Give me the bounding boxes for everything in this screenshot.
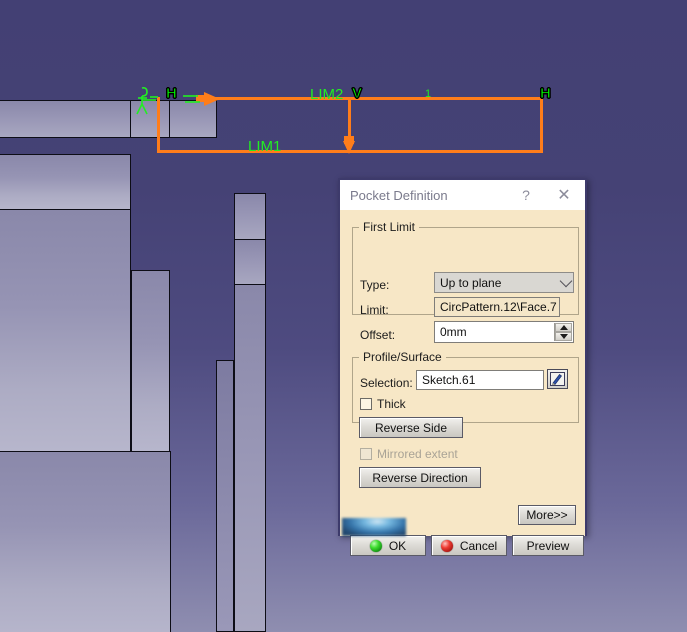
- label-lim1: LIM1: [248, 138, 282, 155]
- dialog-titlebar[interactable]: Pocket Definition ? ✕: [340, 180, 585, 210]
- thick-checkbox[interactable]: [360, 398, 372, 410]
- first-limit-legend: First Limit: [363, 220, 415, 234]
- cancel-label: Cancel: [459, 538, 498, 553]
- background-globe-glow: [342, 518, 406, 536]
- dialog-title: Pocket Definition: [350, 187, 448, 203]
- mirrored-extent-label: Mirrored extent: [377, 447, 458, 461]
- triangle-down-icon: [559, 334, 568, 339]
- solid-face-strip-a: [234, 193, 266, 240]
- selection-input[interactable]: Sketch.61: [416, 370, 544, 390]
- mirrored-extent-checkbox: [360, 448, 372, 460]
- solid-face-strip-c: [234, 284, 266, 632]
- ok-label: OK: [388, 538, 407, 553]
- limit-label: Limit:: [360, 303, 389, 317]
- preview-button[interactable]: Preview: [512, 535, 584, 556]
- triangle-up-icon: [559, 325, 568, 330]
- solid-face-sliver: [216, 360, 234, 632]
- cad-application-window: H V H LIM2 LIM1 1 Pocket Definition ? ✕ …: [0, 0, 687, 632]
- preview-label: Preview: [526, 538, 570, 553]
- label-axis-h-left: H: [166, 85, 178, 102]
- label-lim2: LIM2: [310, 86, 344, 103]
- sketch-arrow-v-head: [343, 141, 355, 154]
- label-axis-v: V: [351, 85, 363, 102]
- mirrored-extent-row: Mirrored extent: [360, 447, 458, 461]
- solid-face-step-upper: [0, 154, 131, 211]
- offset-input-value: 0mm: [440, 325, 467, 339]
- offset-stepper[interactable]: [554, 323, 572, 341]
- thick-checkbox-row[interactable]: Thick: [360, 397, 406, 411]
- ok-button[interactable]: OK: [350, 535, 426, 556]
- red-led-icon: [440, 539, 453, 552]
- reverse-direction-button[interactable]: Reverse Direction: [359, 467, 481, 488]
- chevron-down-icon: [559, 274, 573, 287]
- cancel-button[interactable]: Cancel: [431, 535, 507, 556]
- reverse-side-button[interactable]: Reverse Side: [359, 417, 463, 438]
- close-icon[interactable]: ✕: [549, 180, 579, 210]
- pocket-definition-dialog[interactable]: Pocket Definition ? ✕ First Limit Type: …: [338, 178, 587, 556]
- offset-input[interactable]: 0mm: [434, 321, 574, 343]
- solid-face-body-extend: [0, 451, 171, 632]
- reverse-direction-label: Reverse Direction: [372, 470, 468, 485]
- sketch-edge-right[interactable]: [540, 97, 543, 153]
- pencil-glyph-icon: [550, 372, 565, 386]
- type-select[interactable]: Up to plane: [434, 272, 574, 293]
- offset-label: Offset:: [360, 328, 396, 342]
- reverse-side-label: Reverse Side: [374, 420, 448, 435]
- label-dimension-one: 1: [425, 88, 432, 100]
- sketch-edge-top[interactable]: [196, 97, 543, 100]
- help-icon[interactable]: ?: [511, 180, 541, 210]
- green-led-icon: [369, 539, 382, 552]
- more-label: More>>: [526, 508, 568, 522]
- limit-input-value: CircPattern.12\Face.7: [440, 300, 557, 314]
- selection-label: Selection:: [360, 376, 413, 390]
- solid-face-strip-b: [234, 239, 266, 285]
- solid-face-column: [131, 270, 170, 452]
- limit-input[interactable]: CircPattern.12\Face.7: [434, 297, 560, 317]
- sketch-pencil-icon[interactable]: [547, 369, 568, 389]
- offset-stepper-up[interactable]: [555, 323, 572, 332]
- type-label: Type:: [360, 278, 390, 292]
- sketch-constraint-ticks-icon: [183, 95, 200, 103]
- selection-input-value: Sketch.61: [422, 373, 476, 387]
- dialog-body: First Limit Type: Up to plane Limit: Cir…: [340, 210, 585, 556]
- type-select-value: Up to plane: [440, 275, 502, 290]
- label-axis-h-right: H: [540, 85, 552, 102]
- solid-face-body-mid: [0, 209, 131, 452]
- offset-stepper-down[interactable]: [555, 332, 572, 341]
- thick-label: Thick: [377, 397, 406, 411]
- solid-face-top-left: [0, 100, 131, 138]
- profile-surface-legend: Profile/Surface: [363, 350, 442, 364]
- more-button[interactable]: More>>: [518, 505, 576, 525]
